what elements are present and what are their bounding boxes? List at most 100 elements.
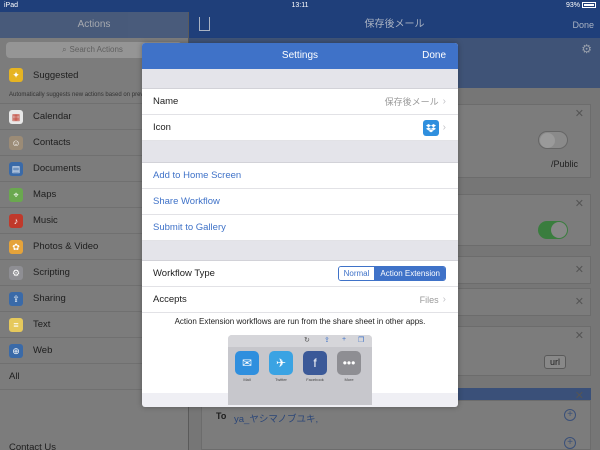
- plus-icon: +: [342, 336, 347, 343]
- status-bar: iPad 13:11 93%: [0, 0, 600, 12]
- facebook-f-icon: f: [303, 351, 327, 375]
- sidebar-item-label: Suggested: [33, 69, 79, 81]
- segment-action-extension[interactable]: Action Extension: [375, 267, 445, 280]
- dropbox-icon: [422, 119, 439, 136]
- sidebar-item-label: Text: [33, 319, 51, 330]
- close-icon[interactable]: ✕: [575, 295, 584, 308]
- twitter-bird-icon: ✈: [269, 351, 293, 375]
- chevron-right-icon: ›: [442, 96, 446, 107]
- close-icon[interactable]: ✕: [575, 389, 584, 402]
- icon-label: Icon: [153, 122, 171, 133]
- battery-icon: [582, 2, 596, 9]
- share-icon: ⇪: [324, 337, 330, 344]
- section-gap: [142, 69, 458, 89]
- settings-modal: Settings Done Name 保存後メール › Icon › Add t…: [142, 43, 458, 407]
- name-label: Name: [153, 96, 179, 107]
- workflow-type-label: Workflow Type: [153, 268, 215, 279]
- name-row[interactable]: Name 保存後メール ›: [142, 89, 458, 115]
- calendar-icon: ▦: [9, 109, 23, 124]
- search-placeholder: Search Actions: [69, 45, 123, 54]
- toggle-switch-on[interactable]: [538, 221, 568, 239]
- share-app-label: Facebook: [306, 377, 324, 382]
- sidebar-item-label: Sharing: [33, 293, 66, 304]
- lightbulb-icon: ✦: [9, 68, 23, 82]
- settings-nav-bar: Settings Done: [142, 43, 458, 69]
- icon-row[interactable]: Icon ›: [142, 115, 458, 141]
- editor-nav-bar: 保存後メール Done: [189, 12, 600, 38]
- text-icon: ≡: [9, 317, 23, 332]
- battery-percent: 93%: [565, 2, 580, 9]
- documents-icon: ▤: [9, 161, 23, 176]
- gear-icon[interactable]: ⚙: [581, 42, 592, 56]
- maps-icon: ⌖: [9, 187, 23, 202]
- section-gap: [142, 141, 458, 163]
- settings-done-button[interactable]: Done: [422, 43, 446, 69]
- sidebar-item-label: Contacts: [33, 137, 71, 148]
- tabs-icon: ❐: [358, 337, 365, 344]
- sidebar-item-label: Maps: [33, 189, 57, 200]
- toggle-switch[interactable]: [538, 131, 568, 149]
- more-dots-icon: •••: [337, 351, 361, 375]
- action-extension-info: Action Extension workflows are run from …: [142, 313, 458, 405]
- sidebar-item-label: Documents: [33, 163, 82, 174]
- settings-title: Settings: [281, 50, 319, 61]
- battery-indicator: 93%: [566, 2, 596, 9]
- sidebar-title: Actions: [0, 12, 188, 38]
- chevron-right-icon: ›: [442, 294, 446, 305]
- workflow-title: 保存後メール: [364, 19, 425, 30]
- share-app-more: ••• More: [334, 351, 364, 382]
- url-variable[interactable]: url: [543, 355, 566, 369]
- music-icon: ♪: [9, 213, 23, 228]
- sidebar-item-label: All: [9, 371, 20, 382]
- share-app-facebook: f Facebook: [300, 351, 330, 382]
- workflow-type-segmented-control: Normal Action Extension: [337, 266, 446, 281]
- share-app-label: More: [344, 377, 354, 382]
- action-extension-note: Action Extension workflows are run from …: [174, 317, 426, 326]
- sidebar-item-label: Web: [33, 345, 53, 356]
- add-to-home-screen-link[interactable]: Add to Home Screen: [142, 163, 458, 189]
- reload-icon: ↻: [304, 337, 310, 344]
- sidebar-item-label: Scripting: [33, 267, 70, 278]
- name-value: 保存後メール: [384, 97, 439, 107]
- link-label: Add to Home Screen: [153, 170, 242, 181]
- sidebar-item-label: Photos & Video: [33, 241, 99, 252]
- close-icon[interactable]: ✕: [575, 329, 584, 342]
- accepts-row[interactable]: Accepts Files ›: [142, 287, 458, 313]
- editor-done-button[interactable]: Done: [572, 12, 594, 38]
- submit-to-gallery-link[interactable]: Submit to Gallery: [142, 215, 458, 241]
- sidebar-item-label: Calendar: [33, 111, 72, 122]
- search-icon: ⌕: [62, 45, 67, 54]
- share-app-label: Mail: [243, 377, 251, 382]
- status-time: 13:11: [291, 2, 309, 9]
- share-app-twitter: ✈ Twitter: [266, 351, 296, 382]
- share-app-mail: ✉ Mail: [232, 351, 262, 382]
- workflow-type-row: Workflow Type Normal Action Extension: [142, 261, 458, 287]
- share-app-row: ✉ Mail ✈ Twitter f Facebook ••• More: [228, 347, 372, 386]
- contact-us-link[interactable]: Contact Us: [9, 442, 56, 450]
- contacts-icon: ☺: [9, 135, 23, 150]
- photos-icon: ✿: [9, 239, 23, 254]
- accepts-value: Files: [419, 294, 439, 305]
- add-field-icon[interactable]: +: [564, 437, 576, 449]
- add-recipient-icon[interactable]: +: [564, 409, 576, 421]
- section-gap: [142, 241, 458, 261]
- close-icon[interactable]: ✕: [575, 263, 584, 276]
- preview-toolbar: ↻ ⇪ + ❐: [228, 335, 372, 347]
- share-app-label: Twitter: [275, 377, 287, 382]
- link-label: Share Workflow: [153, 196, 220, 207]
- accepts-label: Accepts: [153, 294, 187, 305]
- share-sheet-preview: ↻ ⇪ + ❐ ✉ Mail ✈ Twitter f Facebook ••• More: [228, 335, 372, 405]
- chevron-right-icon: ›: [442, 122, 446, 133]
- action-card-mail: ✕ To ya_ヤシマノブユキ, + +: [201, 390, 591, 450]
- segment-normal[interactable]: Normal: [338, 267, 376, 280]
- envelope-icon: ✉: [235, 351, 259, 375]
- sharing-icon: ⇪: [9, 291, 23, 306]
- close-icon[interactable]: ✕: [575, 197, 584, 210]
- link-label: Submit to Gallery: [153, 222, 226, 233]
- to-recipient[interactable]: ya_ヤシマノブユキ,: [234, 411, 318, 425]
- close-icon[interactable]: ✕: [575, 107, 584, 120]
- share-workflow-link[interactable]: Share Workflow: [142, 189, 458, 215]
- to-label: To: [216, 411, 227, 421]
- sidebar-item-label: Music: [33, 215, 58, 226]
- web-icon: ⊕: [9, 343, 23, 358]
